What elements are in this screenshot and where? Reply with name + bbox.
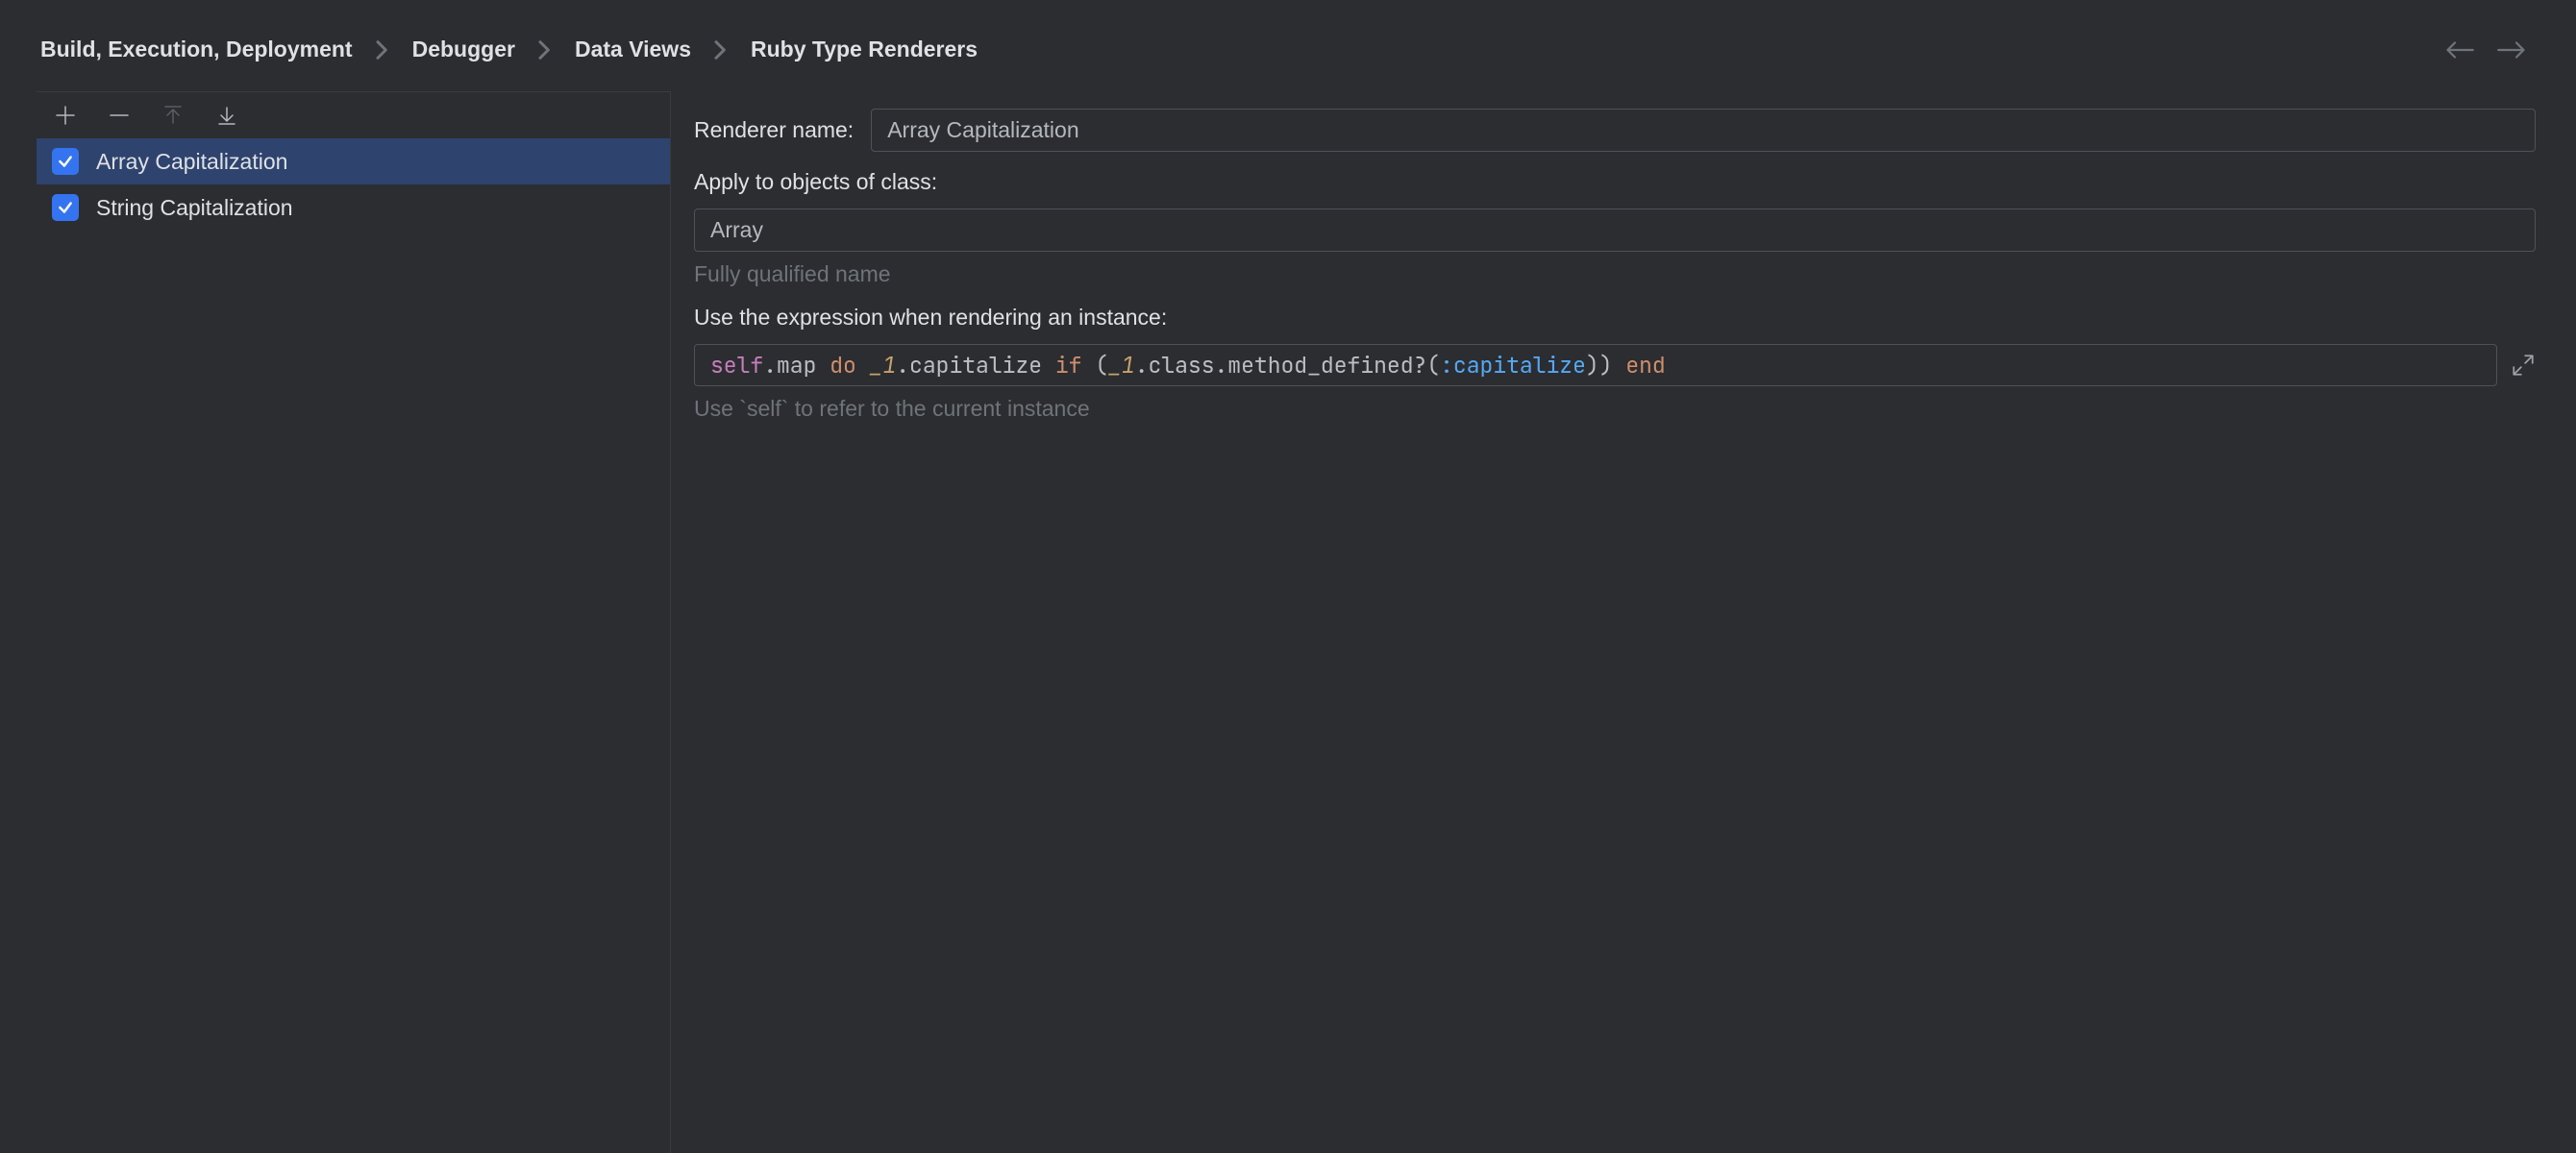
back-button[interactable] <box>2445 40 2474 60</box>
breadcrumb-item[interactable]: Debugger <box>412 37 515 62</box>
breadcrumb-item[interactable]: Build, Execution, Deployment <box>40 37 353 62</box>
settings-header: Build, Execution, Deployment Debugger Da… <box>0 0 2576 91</box>
header-nav <box>2445 40 2536 60</box>
apply-to-input[interactable] <box>694 209 2536 252</box>
renderer-name-input[interactable] <box>871 109 2536 152</box>
move-down-button[interactable] <box>215 104 238 127</box>
checkbox-icon[interactable] <box>52 148 79 175</box>
move-up-button[interactable] <box>161 104 185 127</box>
expression-input[interactable]: self.map do _1.capitalize if (_1.class.m… <box>694 344 2497 386</box>
renderer-name-label: Renderer name: <box>694 117 854 143</box>
expression-label: Use the expression when rendering an ins… <box>694 305 2536 331</box>
apply-to-label: Apply to objects of class: <box>694 169 2536 195</box>
add-button[interactable] <box>54 104 77 127</box>
chevron-right-icon <box>538 40 552 60</box>
chevron-right-icon <box>714 40 728 60</box>
renderer-list-label: Array Capitalization <box>96 149 287 175</box>
renderer-list: Array Capitalization String Capitalizati… <box>37 138 670 1153</box>
forward-button[interactable] <box>2497 40 2526 60</box>
renderer-list-label: String Capitalization <box>96 195 293 221</box>
expression-hint: Use `self` to refer to the current insta… <box>694 396 2536 422</box>
breadcrumb-item[interactable]: Data Views <box>575 37 691 62</box>
renderer-toolbar <box>37 92 670 138</box>
renderer-detail-panel: Renderer name: Apply to objects of class… <box>671 91 2576 1153</box>
renderer-list-panel: Array Capitalization String Capitalizati… <box>37 91 671 1153</box>
breadcrumb: Build, Execution, Deployment Debugger Da… <box>40 37 978 62</box>
renderer-list-item[interactable]: Array Capitalization <box>37 138 670 184</box>
remove-button[interactable] <box>108 104 131 127</box>
apply-to-hint: Fully qualified name <box>694 261 2536 287</box>
expand-icon[interactable] <box>2511 353 2536 378</box>
breadcrumb-item[interactable]: Ruby Type Renderers <box>751 37 978 62</box>
checkbox-icon[interactable] <box>52 194 79 221</box>
chevron-right-icon <box>376 40 389 60</box>
renderer-list-item[interactable]: String Capitalization <box>37 184 670 231</box>
